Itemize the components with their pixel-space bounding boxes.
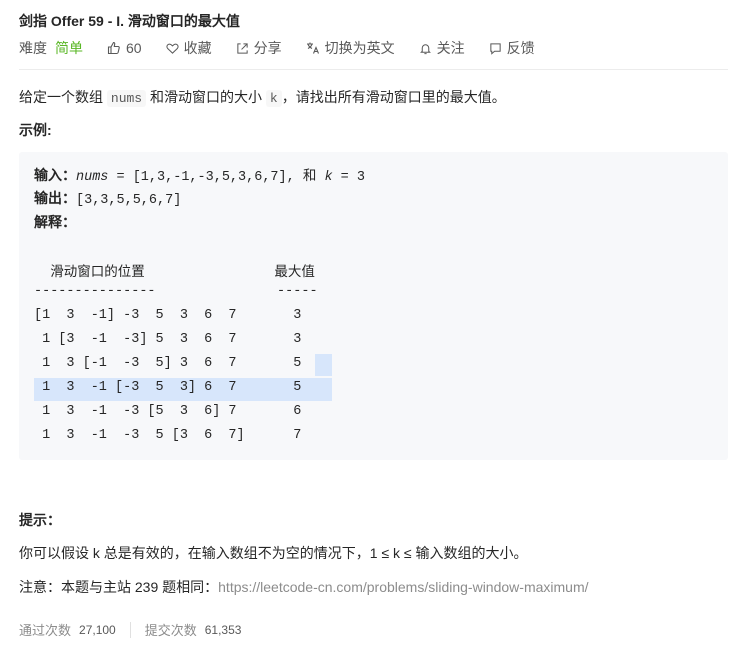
table-row: 1 3 -1 [-3 5 3] 6 7 5	[34, 380, 302, 395]
problem-description: 给定一个数组 nums 和滑动窗口的大小 k ，请找出所有滑动窗口里的最大值。	[19, 87, 506, 107]
share-label: 分享	[253, 40, 282, 56]
difficulty-label: 难度	[19, 40, 47, 56]
output-label: 输出：	[34, 191, 76, 207]
feedback-button[interactable]: 反馈	[489, 38, 535, 58]
description-code-k: k	[265, 90, 282, 107]
example-code-block: 输入：nums = [1,3,-1,-3,5,3,6,7], 和 k = 3 输…	[19, 152, 728, 460]
follow-label: 关注	[436, 40, 465, 56]
explain-label: 解释：	[34, 215, 76, 231]
feedback-label: 反馈	[506, 40, 535, 56]
switch-language-label: 切换为英文	[324, 40, 395, 56]
share-icon	[236, 42, 248, 54]
submitted-count: 61,353	[204, 622, 242, 637]
share-button[interactable]: 分享	[236, 38, 282, 58]
problem-title: 剑指 Offer 59 - I. 滑动窗口的最大值	[19, 13, 240, 29]
hint-heading: 提示：	[19, 512, 61, 528]
input-k-value: = 3	[332, 170, 365, 185]
submission-stats: 通过次数 27,100 提交次数 61,353	[19, 620, 241, 639]
input-var-k: k	[324, 170, 333, 185]
related-problem-link[interactable]: https://leetcode-cn.com/problems/sliding…	[218, 579, 588, 595]
input-label: 输入：	[34, 168, 76, 184]
translate-icon	[306, 42, 319, 54]
selection-highlight	[315, 354, 332, 376]
favorite-button[interactable]: 收藏	[165, 38, 212, 58]
note: 注意：本题与主站 239 题相同：https://leetcode-cn.com…	[19, 577, 589, 597]
note-prefix: 注意：本题与主站 239 题相同：	[19, 579, 219, 595]
feedback-icon	[489, 42, 501, 55]
difficulty-badge: 简单	[55, 40, 83, 56]
thumb-up-icon	[107, 41, 120, 55]
input-value: = [1,3,-1,-3,5,3,6,7], 和	[108, 170, 325, 185]
problem-meta-bar: 难度 简单 60 收藏 分享 切换为英文 关注 反馈	[19, 38, 559, 58]
divider	[19, 69, 728, 70]
follow-button[interactable]: 关注	[419, 38, 465, 58]
difficulty: 难度 简单	[19, 38, 83, 58]
accepted-count: 27,100	[79, 622, 116, 637]
like-count: 60	[126, 40, 142, 56]
like-button[interactable]: 60	[107, 40, 142, 56]
description-text-1: 给定一个数组	[19, 89, 107, 105]
input-var-nums: nums	[76, 170, 109, 185]
table-row: 1 3 -1 -3 5 [3 6 7] 7	[34, 428, 302, 443]
heart-icon	[165, 43, 179, 54]
hint-text: 你可以假设 k 总是有效的，在输入数组不为空的情况下，1 ≤ k ≤ 输入数组的…	[19, 545, 528, 561]
table-header: 滑动窗口的位置 最大值	[34, 266, 315, 281]
description-code-nums: nums	[106, 90, 147, 107]
stats-divider	[129, 621, 131, 638]
favorite-label: 收藏	[183, 40, 212, 56]
description-text-2: 和滑动窗口的大小	[146, 89, 266, 105]
table-row: [1 3 -1] -3 5 3 6 7 3	[34, 308, 302, 323]
example-explain-label: 解释：	[34, 212, 76, 232]
table-separator: --------------- -----	[34, 284, 318, 299]
accepted-label: 通过次数	[19, 623, 72, 638]
submitted-label: 提交次数	[144, 623, 197, 638]
table-row: 1 3 [-1 -3 5] 3 6 7 5	[34, 356, 302, 371]
example-output-line: 输出：[3,3,5,5,6,7]	[34, 188, 181, 208]
bell-icon	[419, 43, 431, 54]
example-heading: 示例:	[19, 122, 52, 138]
output-value: [3,3,5,5,6,7]	[76, 193, 182, 208]
table-row: 1 3 -1 -3 [5 3 6] 7 6	[34, 404, 302, 419]
table-row: 1 [3 -1 -3] 5 3 6 7 3	[34, 332, 302, 347]
switch-language-button[interactable]: 切换为英文	[306, 38, 395, 58]
description-text-3: ，请找出所有滑动窗口里的最大值。	[281, 89, 506, 105]
example-input-line: 输入：nums = [1,3,-1,-3,5,3,6,7], 和 k = 3	[34, 164, 365, 185]
